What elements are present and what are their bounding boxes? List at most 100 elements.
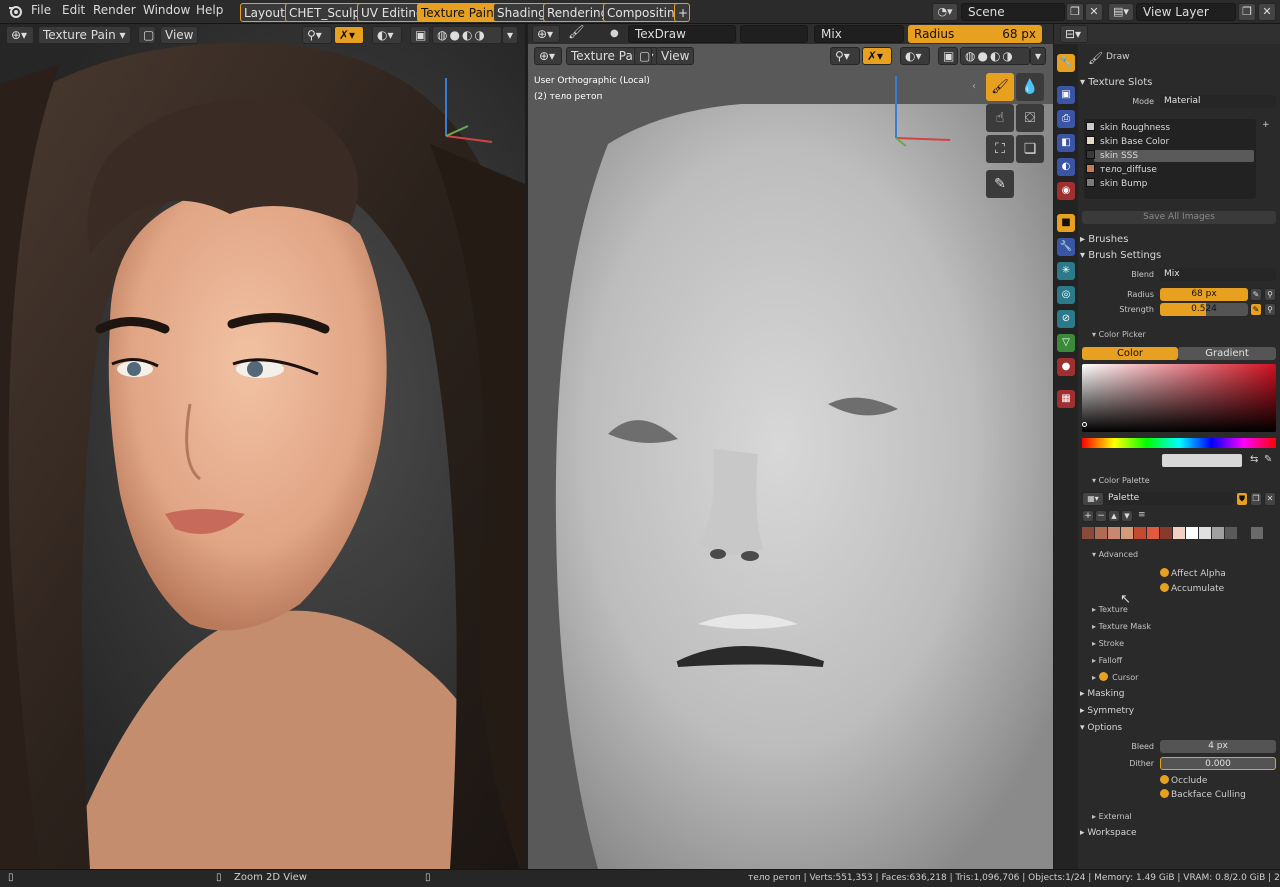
texture-header[interactable]: ▸ Texture <box>1092 605 1128 614</box>
editor-type-icon[interactable]: ⊕▾ <box>6 26 34 44</box>
scene-field[interactable]: Scene <box>961 3 1065 21</box>
tab-texture-paint[interactable]: Texture Paint <box>417 3 503 22</box>
brush-icon[interactable]: 🖌 <box>568 25 585 40</box>
scene-browse-icon[interactable]: ◔▾ <box>932 3 958 21</box>
constraints-tab-icon[interactable]: ⊘ <box>1057 310 1075 328</box>
toolbar-collapse-icon[interactable]: ‹ <box>972 81 976 92</box>
left-transform-orientation[interactable]: ⚲▾ <box>302 26 332 44</box>
texture-tab-icon[interactable]: ▦ <box>1057 390 1075 408</box>
occlude-checkbox[interactable]: Occlude <box>1160 775 1207 786</box>
palette-name-field[interactable]: Palette <box>1104 492 1234 505</box>
palette-swatch[interactable] <box>1251 527 1263 539</box>
palette-move-down-icon[interactable]: ▼ <box>1121 510 1133 522</box>
palette-swatch[interactable] <box>1173 527 1185 539</box>
palette-swatch[interactable] <box>1238 527 1250 539</box>
view-layer-browse-icon[interactable]: ▤▾ <box>1108 3 1134 21</box>
scene-tab-icon[interactable]: ◐ <box>1057 158 1075 176</box>
palette-swatch[interactable] <box>1147 527 1159 539</box>
soften-tool-button[interactable]: 💧 <box>1016 73 1044 101</box>
palette-swatch[interactable] <box>1186 527 1198 539</box>
bleed-field[interactable]: 4 px <box>1160 740 1276 753</box>
world-tab-icon[interactable]: ◉ <box>1057 182 1075 200</box>
options-header[interactable]: ▾ Options <box>1080 723 1280 733</box>
hue-slider[interactable] <box>1082 438 1276 448</box>
swap-colors-icon[interactable]: ⇆ <box>1250 454 1258 465</box>
falloff-header[interactable]: ▸ Falloff <box>1092 656 1122 665</box>
add-slot-icon[interactable]: + <box>1262 120 1270 130</box>
annotate-tool-button[interactable]: ✎ <box>986 170 1014 198</box>
color-swatch-field[interactable] <box>1162 454 1242 467</box>
color-picker-header[interactable]: ▾ Color Picker <box>1092 330 1146 339</box>
texture-slot-item[interactable]: skin SSS <box>1086 150 1138 161</box>
new-view-layer-icon[interactable]: ❐ <box>1238 3 1256 21</box>
palette-sort-icon[interactable]: ≡ <box>1138 510 1146 520</box>
advanced-header[interactable]: ▾ Advanced <box>1092 550 1138 559</box>
left-overlay-toggle[interactable]: ◐▾ <box>372 26 402 44</box>
particles-tab-icon[interactable]: ✳ <box>1057 262 1075 280</box>
draw-tool-button[interactable]: 🖌 <box>986 73 1014 101</box>
palette-add-color-icon[interactable]: + <box>1082 510 1094 522</box>
object-tab-icon[interactable]: ■ <box>1057 214 1075 232</box>
workspace-header[interactable]: ▸ Workspace <box>1080 828 1280 838</box>
mid-overlay-toggle[interactable]: ◐▾ <box>900 47 930 65</box>
radius-pressure-icon[interactable]: ✎ <box>1250 288 1262 301</box>
add-workspace-button[interactable]: + <box>674 3 690 22</box>
texture-slots-header[interactable]: ▾ Texture Slots <box>1080 77 1280 88</box>
new-scene-icon[interactable]: ❐ <box>1066 3 1084 21</box>
color-picker-square[interactable] <box>1082 364 1276 432</box>
fill-tool-button[interactable]: ⛶ <box>986 135 1014 163</box>
texture-slot-item[interactable]: skin Roughness <box>1086 122 1170 133</box>
mid-shading-dropdown[interactable]: ▾ <box>1030 47 1046 65</box>
material-tab-icon[interactable]: ● <box>1057 358 1075 376</box>
palette-fake-user-icon[interactable]: ⛊ <box>1236 492 1248 506</box>
left-shading-dropdown[interactable]: ▾ <box>502 26 518 44</box>
brush-settings-header[interactable]: ▾ Brush Settings <box>1080 250 1280 261</box>
radius-unit-icon[interactable]: ⚲ <box>1264 288 1276 301</box>
mode-dropdown[interactable]: Material <box>1160 95 1276 108</box>
left-nav-gizmo[interactable] <box>438 74 498 149</box>
blender-logo-icon[interactable] <box>8 4 22 18</box>
radius-field[interactable]: 68 px <box>1160 288 1248 301</box>
smear-tool-button[interactable]: ☝ <box>986 104 1014 132</box>
palette-swatch[interactable] <box>1212 527 1224 539</box>
physics-tab-icon[interactable]: ◎ <box>1057 286 1075 304</box>
menu-help[interactable]: Help <box>196 3 223 17</box>
menu-window[interactable]: Window <box>143 3 190 17</box>
brush-color-field[interactable] <box>740 25 808 43</box>
texture-mask-header[interactable]: ▸ Texture Mask <box>1092 622 1151 631</box>
properties-editor-type-icon[interactable]: ⊟▾ <box>1060 25 1088 43</box>
palette-swatch[interactable] <box>1095 527 1107 539</box>
brush-name-field[interactable]: TexDraw <box>628 25 736 43</box>
backface-culling-checkbox[interactable]: Backface Culling <box>1160 789 1246 800</box>
strength-pressure-icon[interactable]: ✎ <box>1250 303 1262 316</box>
palette-move-up-icon[interactable]: ▲ <box>1108 510 1120 522</box>
editor-type-icon-2[interactable]: ⊕▾ <box>534 47 562 65</box>
palette-swatch[interactable] <box>1225 527 1237 539</box>
data-tab-icon[interactable]: ▽ <box>1057 334 1075 352</box>
accumulate-checkbox[interactable]: Accumulate <box>1160 583 1224 594</box>
palette-swatch[interactable] <box>1199 527 1211 539</box>
strength-unit-icon[interactable]: ⚲ <box>1264 303 1276 316</box>
tab-layout[interactable]: Layout <box>240 3 289 22</box>
left-snap-toggle[interactable]: ✗▾ <box>334 26 364 44</box>
mid-view-menu[interactable]: View <box>656 47 695 65</box>
symmetry-header[interactable]: ▸ Symmetry <box>1080 706 1280 716</box>
mask-tool-button[interactable]: ❏ <box>1016 135 1044 163</box>
masking-header[interactable]: ▸ Masking <box>1080 689 1280 699</box>
left-shading-modes[interactable]: ◍●◐◑ <box>432 26 502 44</box>
menu-render[interactable]: Render <box>93 3 136 17</box>
mid-xray-toggle[interactable]: ▣ <box>938 47 958 65</box>
render-viewport[interactable]: ⊕▾ Texture Pain ▾ ▢ View ⚲▾ ✗▾ ◐▾ ▣ ◍●◐◑… <box>0 24 525 869</box>
cursor-header[interactable]: ▸ Cursor <box>1092 672 1138 682</box>
mid-snap-toggle[interactable]: ✗▾ <box>862 47 892 65</box>
tab-rendering[interactable]: Rendering <box>543 3 613 22</box>
clone-tool-button[interactable]: ⛋ <box>1016 104 1044 132</box>
external-header[interactable]: ▸ External <box>1092 812 1132 821</box>
left-mode-dropdown[interactable]: Texture Pain ▾ <box>38 26 131 44</box>
left-mask-toggle[interactable]: ▢ <box>138 26 156 44</box>
palette-unlink-icon[interactable]: ✕ <box>1264 492 1276 506</box>
tab-shading[interactable]: Shading <box>493 3 550 22</box>
blend-dropdown[interactable]: Mix <box>814 25 904 43</box>
radius-field[interactable]: Radius 68 px <box>908 25 1042 43</box>
modifier-tab-icon[interactable]: 🔧 <box>1057 238 1075 256</box>
